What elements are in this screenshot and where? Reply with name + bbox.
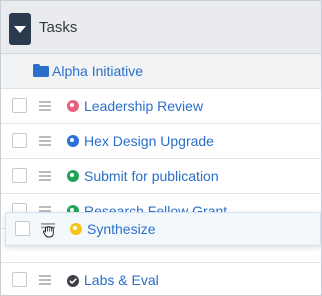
folder-icon (33, 64, 49, 77)
task-label[interactable]: Leadership Review (84, 98, 203, 114)
task-panel: Tasks Alpha Initiative Leadership Review… (0, 0, 322, 296)
panel-title: Tasks (39, 19, 78, 36)
caret-down-icon (14, 26, 26, 33)
grab-hand-icon[interactable] (40, 221, 58, 239)
status-dot-icon (67, 170, 79, 182)
task-checkbox[interactable] (15, 221, 30, 236)
task-label[interactable]: Submit for publication (84, 168, 219, 184)
group-row-alpha-initiative[interactable]: Alpha Initiative (1, 54, 321, 89)
collapse-toggle-button[interactable] (9, 13, 31, 45)
task-row[interactable]: Leadership Review (1, 89, 321, 124)
panel-header: Tasks (1, 1, 321, 54)
task-checkbox[interactable] (12, 133, 27, 148)
task-checkbox[interactable] (12, 98, 27, 113)
task-row[interactable]: Submit for publication (1, 159, 321, 194)
task-label[interactable]: Hex Design Upgrade (84, 133, 214, 149)
drag-handle-icon[interactable] (39, 171, 51, 181)
drag-handle-icon[interactable] (39, 101, 51, 111)
group-label[interactable]: Alpha Initiative (52, 63, 143, 79)
status-dot-icon (67, 135, 79, 147)
task-row[interactable]: Labs & Eval (1, 263, 321, 295)
task-label[interactable]: Labs & Eval (84, 272, 159, 288)
drag-handle-icon[interactable] (39, 275, 51, 285)
drag-handle-icon[interactable] (39, 136, 51, 146)
status-dot-icon (70, 223, 82, 235)
task-row[interactable]: Hex Design Upgrade (1, 124, 321, 159)
status-check-icon (67, 275, 79, 287)
dragged-task-row[interactable]: Synthesize (5, 212, 321, 246)
task-checkbox[interactable] (12, 168, 27, 183)
status-dot-icon (67, 100, 79, 112)
task-checkbox[interactable] (12, 272, 27, 287)
task-label[interactable]: Synthesize (87, 221, 155, 237)
